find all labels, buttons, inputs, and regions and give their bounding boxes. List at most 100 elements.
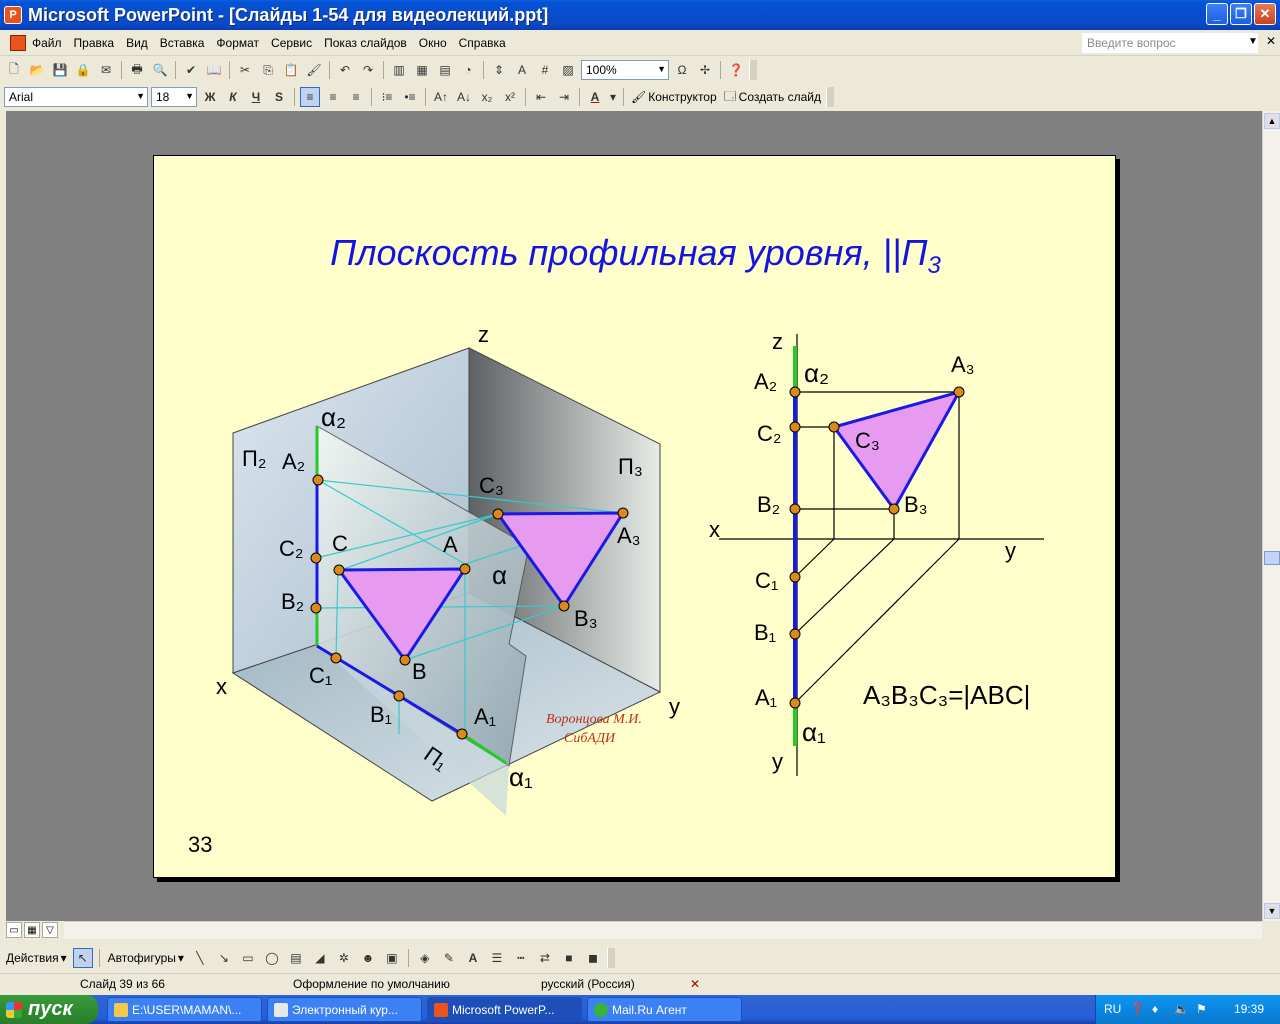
superscript-icon[interactable]: x² [500,87,520,107]
volume-icon[interactable]: 🔈 [1174,1002,1189,1016]
copy-icon[interactable]: ⎘ [258,60,278,80]
menu-insert[interactable]: Вставка [154,36,211,50]
menu-help[interactable]: Справка [453,36,512,50]
grid-icon[interactable]: # [535,60,555,80]
scroll-up-icon[interactable]: ▲ [1264,113,1280,129]
menu-tools[interactable]: Сервис [265,36,318,50]
show-formatting-icon[interactable]: A [512,60,532,80]
menu-view[interactable]: Вид [120,36,154,50]
shadow-button[interactable]: S [269,87,289,107]
print-icon[interactable]: 🖶 [127,60,147,80]
maximize-button[interactable]: ❐ [1230,3,1252,25]
arrow-style-icon[interactable]: ⇄ [535,948,555,968]
save-icon[interactable]: 💾 [50,60,70,80]
new-icon[interactable]: 🗋 [4,60,24,80]
toolbar-options-grip[interactable] [606,948,615,968]
chevron-down-icon[interactable]: ▾ [608,87,618,107]
format-painter-icon[interactable]: 🖌 [304,60,324,80]
line-color-icon[interactable]: ✎ [439,948,459,968]
align-icon[interactable]: ✢ [695,60,715,80]
expand-all-icon[interactable]: ⇕ [489,60,509,80]
arrow-icon[interactable]: ↘ [214,948,234,968]
increase-font-icon[interactable]: A↑ [431,87,451,107]
task-powerpoint[interactable]: Microsoft PowerP... [427,997,582,1022]
dash-style-icon[interactable]: ┅ [511,948,531,968]
document-close-icon[interactable]: ✕ [1266,34,1276,48]
toolbar-options-grip[interactable] [826,87,834,107]
decrease-indent-icon[interactable]: ⇤ [531,87,551,107]
antivirus-icon[interactable]: ⚑ [1196,1002,1207,1016]
slide-canvas[interactable]: z x y α₂ α₁ α П₂ П₃ П₁ A₂ C₂ B₂ C₁ B₁ A₁… [153,155,1116,878]
underline-button[interactable]: Ч [246,87,266,107]
language-indicator[interactable]: RU [1104,1002,1121,1016]
zoom-combo[interactable]: 100% ▼ [581,60,669,80]
start-button[interactable]: пуск [0,995,98,1024]
menu-format[interactable]: Формат [210,36,265,50]
help-tray-icon[interactable]: ❓ [1130,1002,1145,1016]
wordart-icon[interactable]: ◢ [310,948,330,968]
actions-menu[interactable]: Действия ▾ [4,951,69,965]
help-dropdown-icon[interactable]: ▼ [1248,36,1258,47]
horizontal-scrollbar[interactable] [64,921,1262,939]
scroll-thumb[interactable] [1264,551,1280,565]
menu-file[interactable]: Файл [26,36,68,50]
clipart-icon[interactable]: ☻ [358,948,378,968]
undo-icon[interactable]: ↶ [335,60,355,80]
autoshapes-menu[interactable]: Автофигуры ▾ [106,951,186,965]
bullets-icon[interactable]: •≡ [400,87,420,107]
font-combo[interactable]: Arial ▼ [4,87,148,107]
align-center-icon[interactable]: ≡ [323,87,343,107]
preview-icon[interactable]: 🔍 [150,60,170,80]
line-style-icon[interactable]: ☰ [487,948,507,968]
omega-icon[interactable]: Ω [672,60,692,80]
help-icon[interactable]: ❓ [726,60,746,80]
vertical-scrollbar[interactable]: ▲ ▼ [1262,111,1280,921]
task-mailru[interactable]: Mail.Ru Агент [587,997,742,1022]
menu-window[interactable]: Окно [413,36,453,50]
line-icon[interactable]: ╲ [190,948,210,968]
cut-icon[interactable]: ✂ [235,60,255,80]
spelling-icon[interactable]: ✔ [181,60,201,80]
shadow-style-icon[interactable]: ■ [559,948,579,968]
new-slide-button[interactable]: 🗔 Создать слайд [722,87,823,108]
font-size-combo[interactable]: 18 ▼ [151,87,197,107]
fill-color-icon[interactable]: ◈ [415,948,435,968]
numbering-icon[interactable]: ⁝≡ [377,87,397,107]
clock[interactable]: 19:39 [1234,1002,1264,1016]
select-pointer-icon[interactable]: ↖ [72,948,93,968]
tray-icon[interactable]: ♦ [1152,1002,1158,1016]
minimize-button[interactable]: _ [1206,3,1228,25]
3d-style-icon[interactable]: ◼ [583,948,603,968]
subscript-icon[interactable]: x₂ [477,87,497,107]
email-icon[interactable]: ✉ [96,60,116,80]
decrease-font-icon[interactable]: A↓ [454,87,474,107]
normal-view-icon[interactable]: ▭ [6,922,22,938]
menu-edit[interactable]: Правка [68,36,121,50]
insert-sheet-icon[interactable]: ▤ [435,60,455,80]
menu-slideshow[interactable]: Показ слайдов [318,36,413,50]
increase-indent-icon[interactable]: ⇥ [554,87,574,107]
insert-diagram-icon[interactable]: ◔ [458,60,478,80]
toolbar-options-grip[interactable] [749,60,757,80]
rectangle-icon[interactable]: ▭ [238,948,258,968]
paste-icon[interactable]: 📋 [281,60,301,80]
bold-button[interactable]: Ж [200,87,220,107]
task-explorer[interactable]: E:\USER\MAMAN\... [107,997,262,1022]
open-icon[interactable]: 📂 [27,60,47,80]
insert-chart-icon[interactable]: ▥ [389,60,409,80]
slideshow-view-icon[interactable]: ▽ [42,922,58,938]
research-icon[interactable]: 📖 [204,60,224,80]
color-grayscale-icon[interactable]: ▨ [558,60,578,80]
align-right-icon[interactable]: ≡ [346,87,366,107]
oval-icon[interactable]: ◯ [262,948,282,968]
close-button[interactable]: ✕ [1254,3,1276,25]
picture-icon[interactable]: ▣ [382,948,402,968]
sorter-view-icon[interactable]: ▦ [24,922,40,938]
document-icon[interactable] [10,34,26,51]
font-color-icon[interactable]: A [585,87,605,107]
align-left-icon[interactable]: ≡ [300,87,320,107]
slide-title[interactable]: Плоскость профильная уровня, ||П3 [154,232,1115,280]
scroll-down-icon[interactable]: ▼ [1264,903,1280,919]
redo-icon[interactable]: ↷ [358,60,378,80]
task-browser[interactable]: Электронный кур... [267,997,422,1022]
